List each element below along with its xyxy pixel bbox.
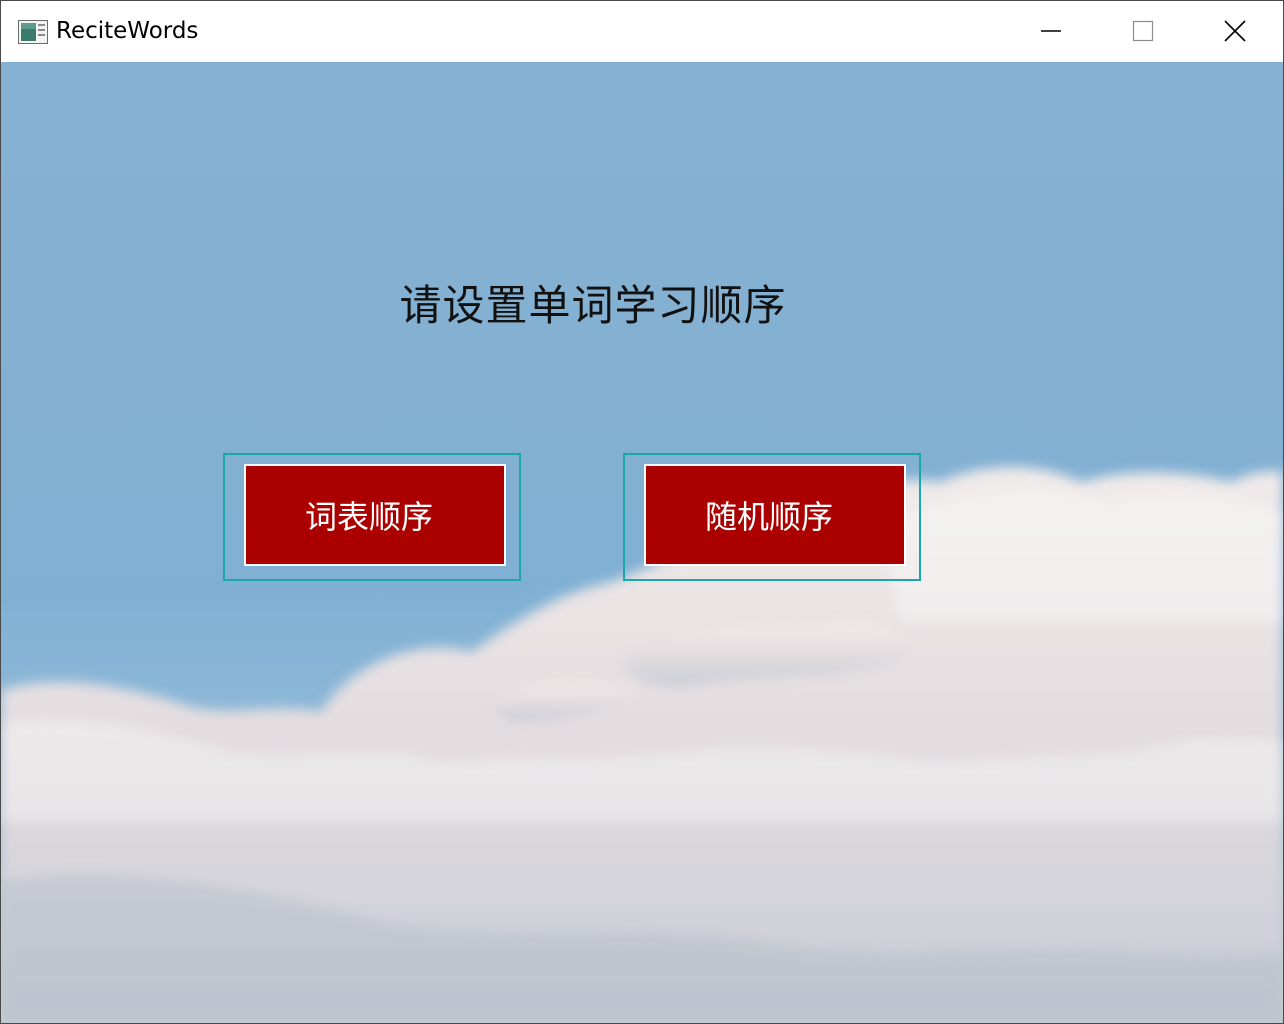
app-window: ReciteWords 请设置单词学习顺序 词表顺序 随机顺序 <box>0 0 1284 1024</box>
app-icon <box>18 20 48 44</box>
minimize-button[interactable] <box>1005 1 1097 61</box>
random-order-focus-frame: 随机顺序 <box>623 453 921 581</box>
main-panel: 请设置单词学习顺序 词表顺序 随机顺序 <box>1 62 1283 1023</box>
random-order-button[interactable]: 随机顺序 <box>644 464 906 566</box>
close-button[interactable] <box>1189 1 1281 61</box>
page-heading: 请设置单词学习顺序 <box>399 281 787 330</box>
window-title: ReciteWords <box>56 18 199 44</box>
wordlist-order-focus-frame: 词表顺序 <box>223 453 521 581</box>
minimize-icon <box>1041 30 1061 32</box>
wordlist-order-button[interactable]: 词表顺序 <box>244 464 506 566</box>
close-icon <box>1224 20 1246 42</box>
maximize-button[interactable] <box>1097 1 1189 61</box>
maximize-icon <box>1132 20 1154 42</box>
title-bar[interactable]: ReciteWords <box>1 1 1283 61</box>
